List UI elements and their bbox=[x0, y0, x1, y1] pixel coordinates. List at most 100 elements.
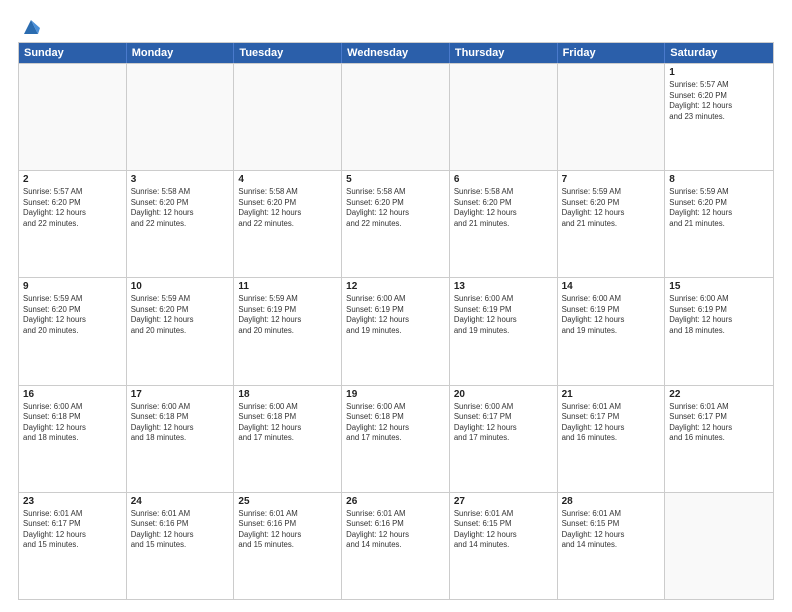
day-number: 22 bbox=[669, 389, 769, 400]
calendar-header: SundayMondayTuesdayWednesdayThursdayFrid… bbox=[19, 43, 773, 63]
calendar-cell: 8 Sunrise: 5:59 AM Sunset: 6:20 PM Daylig… bbox=[665, 171, 773, 277]
calendar-cell bbox=[450, 64, 558, 170]
day-info: Sunrise: 6:00 AM Sunset: 6:19 PM Dayligh… bbox=[562, 294, 661, 336]
calendar-cell bbox=[127, 64, 235, 170]
day-number: 6 bbox=[454, 174, 553, 185]
calendar-cell bbox=[558, 64, 666, 170]
day-info: Sunrise: 5:58 AM Sunset: 6:20 PM Dayligh… bbox=[238, 187, 337, 229]
day-info: Sunrise: 5:59 AM Sunset: 6:20 PM Dayligh… bbox=[562, 187, 661, 229]
weekday-header-saturday: Saturday bbox=[665, 43, 773, 63]
weekday-header-wednesday: Wednesday bbox=[342, 43, 450, 63]
logo-icon bbox=[20, 16, 42, 38]
day-number: 15 bbox=[669, 281, 769, 292]
calendar-cell: 10 Sunrise: 5:59 AM Sunset: 6:20 PM Dayli… bbox=[127, 278, 235, 384]
calendar-cell: 7 Sunrise: 5:59 AM Sunset: 6:20 PM Daylig… bbox=[558, 171, 666, 277]
day-info: Sunrise: 5:58 AM Sunset: 6:20 PM Dayligh… bbox=[131, 187, 230, 229]
day-info: Sunrise: 6:01 AM Sunset: 6:17 PM Dayligh… bbox=[23, 509, 122, 551]
calendar-cell: 27 Sunrise: 6:01 AM Sunset: 6:15 PM Dayli… bbox=[450, 493, 558, 599]
calendar-cell bbox=[342, 64, 450, 170]
day-info: Sunrise: 6:00 AM Sunset: 6:19 PM Dayligh… bbox=[346, 294, 445, 336]
calendar-cell bbox=[665, 493, 773, 599]
day-number: 23 bbox=[23, 496, 122, 507]
day-number: 10 bbox=[131, 281, 230, 292]
day-info: Sunrise: 6:00 AM Sunset: 6:18 PM Dayligh… bbox=[238, 402, 337, 444]
calendar-cell: 5 Sunrise: 5:58 AM Sunset: 6:20 PM Daylig… bbox=[342, 171, 450, 277]
day-number: 5 bbox=[346, 174, 445, 185]
calendar-cell: 20 Sunrise: 6:00 AM Sunset: 6:17 PM Dayli… bbox=[450, 386, 558, 492]
day-number: 16 bbox=[23, 389, 122, 400]
calendar-cell: 17 Sunrise: 6:00 AM Sunset: 6:18 PM Dayli… bbox=[127, 386, 235, 492]
day-number: 11 bbox=[238, 281, 337, 292]
day-info: Sunrise: 6:00 AM Sunset: 6:17 PM Dayligh… bbox=[454, 402, 553, 444]
day-info: Sunrise: 6:01 AM Sunset: 6:16 PM Dayligh… bbox=[238, 509, 337, 551]
day-number: 19 bbox=[346, 389, 445, 400]
day-info: Sunrise: 6:00 AM Sunset: 6:18 PM Dayligh… bbox=[23, 402, 122, 444]
day-number: 7 bbox=[562, 174, 661, 185]
calendar-cell: 26 Sunrise: 6:01 AM Sunset: 6:16 PM Dayli… bbox=[342, 493, 450, 599]
day-number: 28 bbox=[562, 496, 661, 507]
calendar-cell: 28 Sunrise: 6:01 AM Sunset: 6:15 PM Dayli… bbox=[558, 493, 666, 599]
day-info: Sunrise: 6:01 AM Sunset: 6:15 PM Dayligh… bbox=[454, 509, 553, 551]
day-number: 8 bbox=[669, 174, 769, 185]
day-info: Sunrise: 5:58 AM Sunset: 6:20 PM Dayligh… bbox=[454, 187, 553, 229]
calendar: SundayMondayTuesdayWednesdayThursdayFrid… bbox=[18, 42, 774, 600]
day-number: 3 bbox=[131, 174, 230, 185]
day-number: 9 bbox=[23, 281, 122, 292]
calendar-body: 1 Sunrise: 5:57 AM Sunset: 6:20 PM Daylig… bbox=[19, 63, 773, 599]
calendar-cell: 6 Sunrise: 5:58 AM Sunset: 6:20 PM Daylig… bbox=[450, 171, 558, 277]
day-info: Sunrise: 6:01 AM Sunset: 6:16 PM Dayligh… bbox=[346, 509, 445, 551]
day-number: 18 bbox=[238, 389, 337, 400]
day-number: 20 bbox=[454, 389, 553, 400]
logo bbox=[18, 16, 42, 34]
day-info: Sunrise: 6:01 AM Sunset: 6:16 PM Dayligh… bbox=[131, 509, 230, 551]
calendar-cell: 16 Sunrise: 6:00 AM Sunset: 6:18 PM Dayli… bbox=[19, 386, 127, 492]
calendar-cell: 24 Sunrise: 6:01 AM Sunset: 6:16 PM Dayli… bbox=[127, 493, 235, 599]
weekday-header-thursday: Thursday bbox=[450, 43, 558, 63]
weekday-header-tuesday: Tuesday bbox=[234, 43, 342, 63]
calendar-cell: 19 Sunrise: 6:00 AM Sunset: 6:18 PM Dayli… bbox=[342, 386, 450, 492]
day-number: 12 bbox=[346, 281, 445, 292]
calendar-cell: 14 Sunrise: 6:00 AM Sunset: 6:19 PM Dayli… bbox=[558, 278, 666, 384]
day-number: 21 bbox=[562, 389, 661, 400]
calendar-cell: 23 Sunrise: 6:01 AM Sunset: 6:17 PM Dayli… bbox=[19, 493, 127, 599]
day-info: Sunrise: 5:57 AM Sunset: 6:20 PM Dayligh… bbox=[23, 187, 122, 229]
weekday-header-sunday: Sunday bbox=[19, 43, 127, 63]
day-info: Sunrise: 5:57 AM Sunset: 6:20 PM Dayligh… bbox=[669, 80, 769, 122]
day-info: Sunrise: 6:00 AM Sunset: 6:18 PM Dayligh… bbox=[131, 402, 230, 444]
calendar-row-4: 23 Sunrise: 6:01 AM Sunset: 6:17 PM Dayli… bbox=[19, 492, 773, 599]
day-info: Sunrise: 6:00 AM Sunset: 6:18 PM Dayligh… bbox=[346, 402, 445, 444]
day-number: 27 bbox=[454, 496, 553, 507]
calendar-row-0: 1 Sunrise: 5:57 AM Sunset: 6:20 PM Daylig… bbox=[19, 63, 773, 170]
day-number: 25 bbox=[238, 496, 337, 507]
calendar-row-3: 16 Sunrise: 6:00 AM Sunset: 6:18 PM Dayli… bbox=[19, 385, 773, 492]
day-number: 4 bbox=[238, 174, 337, 185]
calendar-cell: 18 Sunrise: 6:00 AM Sunset: 6:18 PM Dayli… bbox=[234, 386, 342, 492]
day-info: Sunrise: 6:00 AM Sunset: 6:19 PM Dayligh… bbox=[669, 294, 769, 336]
calendar-cell bbox=[19, 64, 127, 170]
calendar-cell: 21 Sunrise: 6:01 AM Sunset: 6:17 PM Dayli… bbox=[558, 386, 666, 492]
day-info: Sunrise: 5:59 AM Sunset: 6:20 PM Dayligh… bbox=[669, 187, 769, 229]
calendar-cell: 2 Sunrise: 5:57 AM Sunset: 6:20 PM Daylig… bbox=[19, 171, 127, 277]
calendar-cell bbox=[234, 64, 342, 170]
calendar-cell: 3 Sunrise: 5:58 AM Sunset: 6:20 PM Daylig… bbox=[127, 171, 235, 277]
day-info: Sunrise: 6:01 AM Sunset: 6:17 PM Dayligh… bbox=[562, 402, 661, 444]
day-info: Sunrise: 5:59 AM Sunset: 6:20 PM Dayligh… bbox=[23, 294, 122, 336]
page-header bbox=[18, 16, 774, 34]
calendar-cell: 12 Sunrise: 6:00 AM Sunset: 6:19 PM Dayli… bbox=[342, 278, 450, 384]
calendar-row-2: 9 Sunrise: 5:59 AM Sunset: 6:20 PM Daylig… bbox=[19, 277, 773, 384]
day-info: Sunrise: 5:58 AM Sunset: 6:20 PM Dayligh… bbox=[346, 187, 445, 229]
day-info: Sunrise: 6:01 AM Sunset: 6:17 PM Dayligh… bbox=[669, 402, 769, 444]
day-number: 2 bbox=[23, 174, 122, 185]
day-number: 26 bbox=[346, 496, 445, 507]
day-info: Sunrise: 5:59 AM Sunset: 6:19 PM Dayligh… bbox=[238, 294, 337, 336]
calendar-cell: 22 Sunrise: 6:01 AM Sunset: 6:17 PM Dayli… bbox=[665, 386, 773, 492]
day-number: 1 bbox=[669, 67, 769, 78]
day-info: Sunrise: 5:59 AM Sunset: 6:20 PM Dayligh… bbox=[131, 294, 230, 336]
day-number: 24 bbox=[131, 496, 230, 507]
calendar-cell: 4 Sunrise: 5:58 AM Sunset: 6:20 PM Daylig… bbox=[234, 171, 342, 277]
day-number: 14 bbox=[562, 281, 661, 292]
day-info: Sunrise: 6:01 AM Sunset: 6:15 PM Dayligh… bbox=[562, 509, 661, 551]
day-number: 13 bbox=[454, 281, 553, 292]
day-number: 17 bbox=[131, 389, 230, 400]
calendar-cell: 9 Sunrise: 5:59 AM Sunset: 6:20 PM Daylig… bbox=[19, 278, 127, 384]
